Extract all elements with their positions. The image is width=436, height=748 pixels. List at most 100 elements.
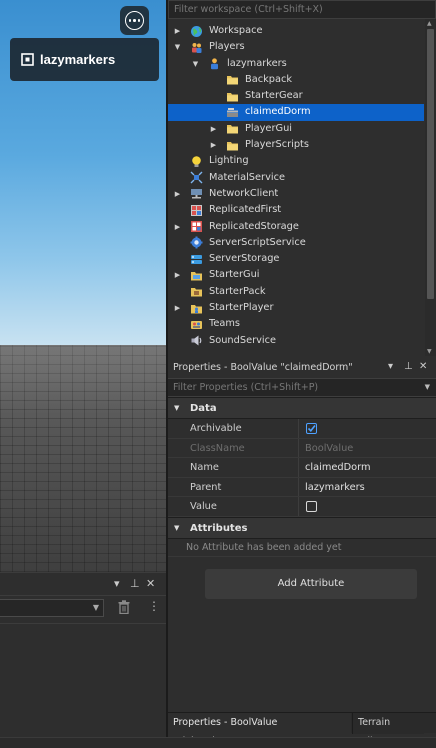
lighting-bulb-icon [190, 155, 203, 168]
explorer-item-lazymarkers[interactable]: ▼ lazymarkers [168, 56, 424, 72]
properties-titlebar: Properties - BoolValue "claimedDorm" ▾ ⊥… [168, 357, 436, 379]
expand-arrow-icon[interactable]: ▶ [173, 219, 182, 235]
scroll-up-icon[interactable]: ▲ [427, 20, 432, 27]
explorer-item-starterpack[interactable]: StarterPack [168, 284, 424, 300]
explorer-scrollbar[interactable]: ▲ ▼ [425, 19, 436, 356]
property-name: Name [190, 462, 219, 473]
explorer-item-lighting[interactable]: Lighting [168, 153, 424, 169]
explorer-item-startergear[interactable]: StarterGear [168, 88, 424, 104]
replicated-first-icon [190, 204, 203, 217]
explorer-item-networkclient[interactable]: ▶ NetworkClient [168, 186, 424, 202]
workspace-globe-icon [190, 25, 203, 38]
scroll-down-icon[interactable]: ▼ [427, 348, 432, 355]
output-log[interactable] [0, 623, 166, 737]
expand-arrow-icon[interactable]: ▶ [209, 137, 218, 153]
property-value[interactable]: claimedDorm [305, 462, 371, 473]
output-panel: ▾ ⊥ ✕ ▼ ⋮ [0, 572, 166, 737]
explorer-item-replicatedstorage[interactable]: ▶ ReplicatedStorage [168, 219, 424, 235]
column-separator[interactable] [298, 419, 299, 438]
property-row-value: Value [168, 497, 436, 517]
trash-icon[interactable] [118, 600, 130, 614]
folder-icon [226, 139, 239, 152]
collapse-arrow-icon[interactable]: ▼ [191, 56, 200, 72]
property-value[interactable]: lazymarkers [305, 482, 365, 493]
add-attribute-button[interactable]: Add Attribute [205, 569, 417, 599]
more-options-icon[interactable]: ⋮ [148, 599, 160, 613]
explorer-item-label: ServerScriptService [209, 236, 306, 248]
attributes-section-header[interactable]: ▼ Attributes [168, 516, 436, 539]
panel-tab-bar: Properties - BoolValue "claimedDorm" Ter… [168, 712, 436, 747]
explorer-item-soundservice[interactable]: SoundService [168, 333, 424, 349]
explorer-item-label: PlayerGui [245, 122, 293, 134]
properties-filter-input[interactable]: Filter Properties (Ctrl+Shift+P) ▼ [168, 379, 436, 397]
explorer-item-label: Players [209, 41, 245, 53]
explorer-item-label: Backpack [245, 73, 293, 85]
server-storage-icon [190, 253, 203, 266]
tab-properties[interactable]: Properties - BoolValue "claimedDorm" [168, 713, 351, 747]
expand-arrow-icon[interactable]: ▶ [173, 267, 182, 283]
chevron-down-icon[interactable]: ▼ [425, 383, 430, 391]
expand-arrow-icon[interactable]: ▶ [173, 300, 182, 316]
property-row-parent: Parent lazymarkers [168, 477, 436, 497]
explorer-item-players[interactable]: ▼ Players [168, 39, 424, 55]
explorer-item-label: StarterPack [209, 285, 266, 297]
check-icon [307, 425, 316, 433]
column-separator[interactable] [298, 477, 299, 496]
starter-player-icon [190, 302, 203, 315]
chevron-down-icon[interactable]: ▾ [388, 361, 393, 372]
explorer-item-playerscripts[interactable]: ▶ PlayerScripts [168, 137, 424, 153]
explorer-item-backpack[interactable]: Backpack [168, 72, 424, 88]
explorer-item-label: StarterGear [245, 90, 303, 102]
pin-icon[interactable]: ⊥ [130, 577, 140, 590]
explorer-item-label: StarterPlayer [209, 302, 274, 314]
explorer-item-claimeddorm[interactable]: claimedDorm [168, 104, 424, 121]
explorer-item-teams[interactable]: Teams [168, 316, 424, 332]
explorer-item-startergui[interactable]: ▶ StarterGui [168, 267, 424, 283]
checkbox-checked[interactable] [306, 423, 317, 434]
explorer-filter-input[interactable]: Filter workspace (Ctrl+Shift+X) [168, 0, 436, 19]
expand-arrow-icon[interactable]: ▶ [173, 23, 182, 39]
expand-arrow-icon[interactable]: ▶ [209, 121, 218, 137]
expand-triangle-icon: ▼ [174, 523, 180, 532]
close-icon[interactable]: ✕ [146, 577, 155, 590]
game-viewport[interactable]: lazymarkers [0, 0, 166, 572]
starter-pack-icon [190, 285, 203, 298]
pin-icon[interactable]: ⊥ [404, 361, 413, 372]
explorer-item-label: Workspace [209, 25, 263, 36]
explorer-item-label: ReplicatedFirst [209, 204, 282, 216]
status-bar [0, 737, 436, 748]
explorer-tree: ▶ Workspace ▼ Players ▼ lazymarkers Backpack St… [168, 23, 424, 349]
more-menu-button[interactable] [120, 6, 149, 35]
explorer-item-label: MaterialService [209, 171, 286, 183]
column-separator[interactable] [298, 497, 299, 516]
explorer-item-label: PlayerScripts [245, 139, 310, 151]
tab-terrain-editor[interactable]: Terrain Editor [352, 713, 424, 747]
checkbox-unchecked[interactable] [306, 501, 317, 512]
collapse-arrow-icon[interactable]: ▼ [173, 39, 182, 55]
scrollbar-thumb[interactable] [427, 29, 434, 299]
column-separator[interactable] [298, 458, 299, 477]
data-section-header[interactable]: ▼ Data [168, 397, 436, 419]
teams-icon [190, 318, 203, 331]
more-ellipsis-icon [125, 11, 144, 30]
server-script-service-icon [190, 236, 203, 249]
expand-arrow-icon[interactable]: ▶ [173, 186, 182, 202]
explorer-item-workspace[interactable]: ▶ Workspace [168, 23, 424, 39]
properties-panel: Properties - BoolValue "claimedDorm" ▾ ⊥… [168, 357, 436, 738]
explorer-item-starterplayer[interactable]: ▶ StarterPlayer [168, 300, 424, 316]
column-separator[interactable] [298, 438, 299, 457]
bool-value-icon [226, 106, 239, 119]
close-icon[interactable]: ✕ [419, 361, 427, 372]
chevron-down-icon: ▼ [92, 603, 99, 612]
explorer-item-playergui[interactable]: ▶ PlayerGui [168, 121, 424, 137]
explorer-item-materialservice[interactable]: MaterialService [168, 170, 424, 186]
network-icon [190, 187, 203, 200]
explorer-panel: Filter workspace (Ctrl+Shift+X) ▶ Workspa… [168, 0, 436, 356]
explorer-item-serverscriptservice[interactable]: ServerScriptService [168, 235, 424, 251]
output-filter-dropdown[interactable]: ▼ [0, 599, 104, 617]
no-attributes-text: No Attribute has been added yet [186, 541, 342, 553]
property-rows: Archivable ClassName BoolValue Name claimedD… [168, 419, 436, 517]
chevron-down-icon[interactable]: ▾ [114, 577, 120, 590]
explorer-item-serverstorage[interactable]: ServerStorage [168, 251, 424, 267]
explorer-item-replicatedfirst[interactable]: ReplicatedFirst [168, 202, 424, 218]
